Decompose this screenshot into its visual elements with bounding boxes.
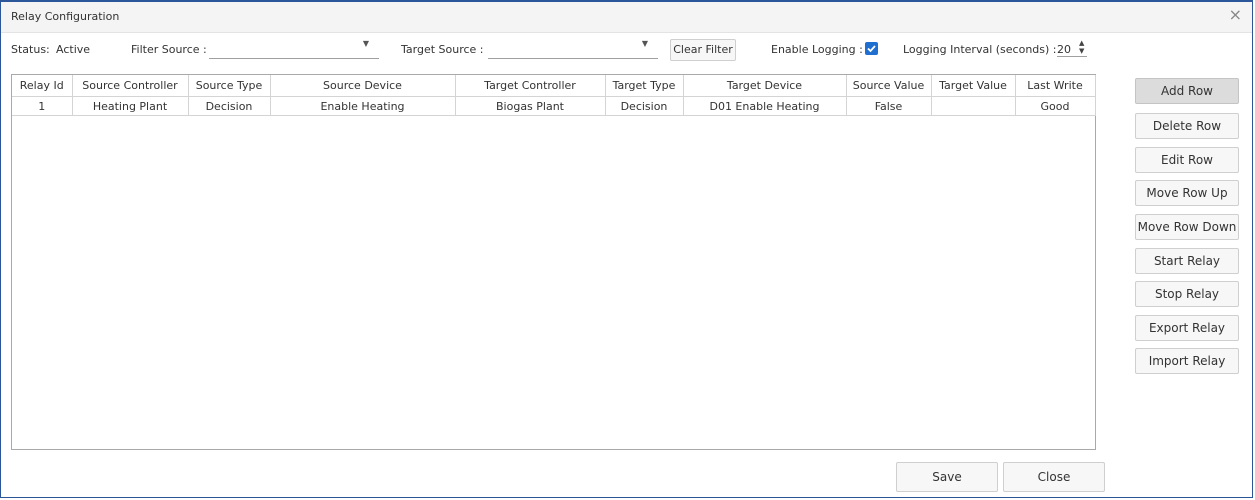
checkmark-icon bbox=[867, 45, 876, 53]
col-source-value[interactable]: Source Value bbox=[846, 75, 932, 97]
clear-filter-button[interactable]: Clear Filter bbox=[670, 39, 736, 61]
cell-target-type: Decision bbox=[605, 96, 684, 116]
relay-config-dialog: Relay Configuration × Status: Active Fil… bbox=[0, 0, 1253, 498]
col-last-write[interactable]: Last Write bbox=[1015, 75, 1096, 97]
save-button[interactable]: Save bbox=[896, 462, 998, 492]
filter-source-dropdown[interactable]: ▼ bbox=[209, 39, 379, 59]
delete-row-button[interactable]: Delete Row bbox=[1135, 113, 1239, 139]
logging-interval-label: Logging Interval (seconds) : bbox=[903, 43, 1057, 56]
col-source-device[interactable]: Source Device bbox=[270, 75, 456, 97]
dialog-title: Relay Configuration bbox=[11, 10, 120, 23]
status-label: Status: bbox=[11, 43, 50, 56]
start-relay-button[interactable]: Start Relay bbox=[1135, 248, 1239, 274]
cell-target-device: D01 Enable Heating bbox=[683, 96, 847, 116]
stop-relay-button[interactable]: Stop Relay bbox=[1135, 281, 1239, 307]
cell-target-value bbox=[931, 96, 1016, 116]
col-target-controller[interactable]: Target Controller bbox=[455, 75, 606, 97]
table-header-row: Relay Id Source Controller Source Type S… bbox=[12, 75, 1096, 97]
close-button[interactable]: Close bbox=[1003, 462, 1105, 492]
enable-logging-label: Enable Logging : bbox=[771, 43, 863, 56]
cell-last-write: Good bbox=[1015, 96, 1096, 116]
col-source-type[interactable]: Source Type bbox=[188, 75, 271, 97]
import-relay-button[interactable]: Import Relay bbox=[1135, 348, 1239, 374]
col-target-value[interactable]: Target Value bbox=[931, 75, 1016, 97]
cell-source-device: Enable Heating bbox=[270, 96, 456, 116]
cell-source-controller: Heating Plant bbox=[72, 96, 189, 116]
cell-source-value: False bbox=[846, 96, 932, 116]
move-row-up-button[interactable]: Move Row Up bbox=[1135, 180, 1239, 206]
spinner-arrows-icon[interactable]: ▲ ▼ bbox=[1079, 39, 1084, 55]
move-row-down-button[interactable]: Move Row Down bbox=[1135, 214, 1239, 240]
col-relay-id[interactable]: Relay Id bbox=[12, 75, 73, 97]
table-row[interactable]: 1 Heating Plant Decision Enable Heating … bbox=[12, 96, 1096, 116]
filter-source-label: Filter Source : bbox=[131, 43, 207, 56]
title-bar: Relay Configuration × bbox=[1, 2, 1252, 33]
chevron-down-icon: ▼ bbox=[362, 39, 369, 48]
close-icon[interactable]: × bbox=[1229, 7, 1242, 23]
col-target-type[interactable]: Target Type bbox=[605, 75, 684, 97]
cell-target-controller: Biogas Plant bbox=[455, 96, 606, 116]
cell-relay-id: 1 bbox=[12, 96, 73, 116]
edit-row-button[interactable]: Edit Row bbox=[1135, 147, 1239, 173]
col-target-device[interactable]: Target Device bbox=[683, 75, 847, 97]
relay-table: Relay Id Source Controller Source Type S… bbox=[11, 74, 1096, 450]
enable-logging-checkbox[interactable] bbox=[865, 42, 878, 55]
cell-source-type: Decision bbox=[188, 96, 271, 116]
status-value: Active bbox=[56, 43, 91, 56]
target-source-label: Target Source : bbox=[401, 43, 484, 56]
add-row-button[interactable]: Add Row bbox=[1135, 78, 1239, 104]
target-source-dropdown[interactable]: ▼ bbox=[488, 39, 658, 59]
filter-toolbar: Status: Active Filter Source : ▼ Target … bbox=[1, 38, 1252, 64]
export-relay-button[interactable]: Export Relay bbox=[1135, 315, 1239, 341]
chevron-down-icon: ▼ bbox=[641, 39, 648, 48]
col-source-controller[interactable]: Source Controller bbox=[72, 75, 189, 97]
